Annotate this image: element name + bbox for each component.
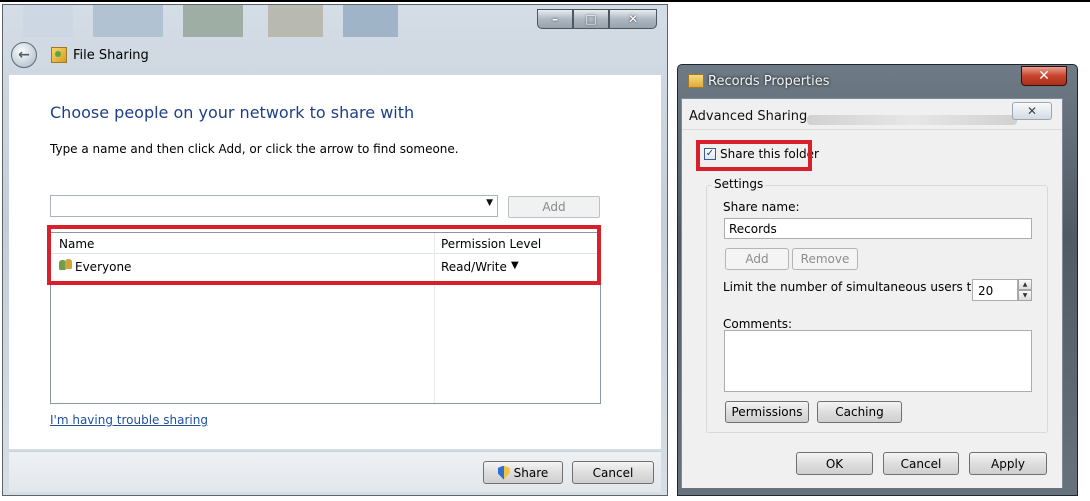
- top-border-line: [0, 0, 1090, 2]
- apply-button[interactable]: Apply: [969, 452, 1047, 475]
- caching-button[interactable]: Caching: [817, 401, 902, 423]
- increment-arrow-icon[interactable]: ▲: [1018, 279, 1032, 290]
- window-title: File Sharing: [73, 47, 149, 63]
- dropdown-arrow-icon[interactable]: ▼: [486, 198, 493, 208]
- share-name-label: Share name:: [723, 200, 800, 214]
- stepper-buttons: ▲ ▼: [1018, 279, 1032, 301]
- close-button[interactable]: ✕: [609, 9, 657, 29]
- settings-group-label: Settings: [712, 177, 766, 191]
- back-arrow-icon[interactable]: ←: [11, 42, 37, 68]
- highlight-box-share-folder: [696, 140, 812, 171]
- uac-shield-icon: [497, 465, 510, 480]
- records-properties-close-button[interactable]: ✕: [1021, 66, 1067, 86]
- add-button-disabled[interactable]: Add: [725, 248, 789, 270]
- share-button[interactable]: Share: [483, 461, 563, 484]
- file-sharing-footer: Share Cancel: [9, 451, 661, 492]
- advanced-sharing-title: Advanced Sharing: [689, 109, 808, 124]
- title-bar: ← File Sharing: [11, 41, 149, 69]
- limit-users-label: Limit the number of simultaneous users t…: [723, 280, 983, 294]
- cancel-button[interactable]: Cancel: [572, 461, 654, 484]
- blurred-background-text: [807, 115, 1017, 125]
- maximize-button[interactable]: □: [573, 9, 609, 29]
- share-name-input[interactable]: Records: [724, 218, 1032, 239]
- instructions-text: Type a name and then click Add, or click…: [50, 142, 459, 156]
- page-heading: Choose people on your network to share w…: [50, 103, 415, 122]
- records-properties-title: Records Properties: [708, 74, 830, 89]
- add-button[interactable]: Add: [508, 196, 600, 218]
- caption-buttons: – □ ✕: [537, 9, 657, 29]
- decrement-arrow-icon[interactable]: ▼: [1018, 290, 1032, 301]
- name-combo-box[interactable]: ▼: [50, 195, 498, 217]
- folder-icon: [688, 74, 704, 88]
- share-name-value: Records: [729, 222, 777, 236]
- remove-button-disabled[interactable]: Remove: [792, 248, 858, 270]
- highlight-box-sharing-list: [47, 225, 601, 285]
- comments-textarea[interactable]: [724, 330, 1032, 392]
- cancel-button-advanced[interactable]: Cancel: [883, 452, 959, 475]
- aero-background-strip: [13, 5, 403, 41]
- advanced-sharing-close-button[interactable]: ✕: [1012, 102, 1052, 120]
- trouble-sharing-link[interactable]: I'm having trouble sharing: [50, 413, 208, 427]
- share-button-label: Share: [513, 465, 549, 480]
- users-limit-stepper[interactable]: 20 ▲ ▼: [972, 279, 1032, 301]
- comments-label: Comments:: [723, 317, 793, 331]
- users-limit-input[interactable]: 20: [972, 279, 1018, 301]
- file-sharing-icon: [51, 47, 67, 63]
- ok-button[interactable]: OK: [796, 452, 873, 475]
- minimize-button[interactable]: –: [537, 9, 573, 29]
- permissions-button[interactable]: Permissions: [725, 401, 809, 423]
